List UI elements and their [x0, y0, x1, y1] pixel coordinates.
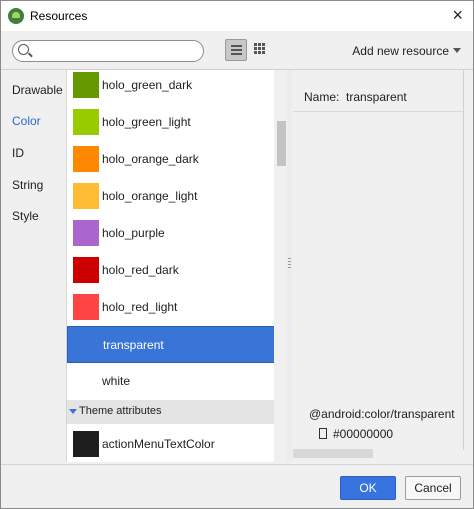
detail-panel — [293, 70, 473, 462]
resources-dialog: Resources × Add new resource Drawable Co… — [0, 0, 474, 509]
window-title: Resources — [30, 9, 88, 23]
theme-attributes-header[interactable]: Theme attributes — [67, 400, 275, 424]
list-view-button[interactable] — [225, 39, 247, 61]
color-swatch — [73, 146, 99, 172]
color-preview-icon — [319, 428, 327, 439]
close-icon[interactable]: × — [452, 5, 463, 25]
list-item[interactable]: white — [67, 363, 275, 400]
color-swatch — [73, 183, 99, 209]
list-item[interactable]: holo_green_light — [67, 104, 275, 141]
divider — [463, 70, 464, 450]
color-swatch — [73, 72, 99, 98]
list-item[interactable]: holo_green_dark — [67, 70, 275, 104]
list-item-label: white — [102, 374, 131, 388]
list-item[interactable]: holo_red_dark — [67, 252, 275, 289]
nav-item-string[interactable]: String — [12, 178, 43, 192]
list-item-selected[interactable]: transparent — [67, 326, 275, 363]
list-item-label: holo_red_dark — [102, 263, 179, 277]
list-item[interactable]: holo_red_light — [67, 289, 275, 326]
list-item-label: holo_green_light — [102, 115, 191, 129]
ok-button[interactable]: OK — [340, 476, 396, 500]
chevron-down-icon — [453, 48, 461, 53]
resource-reference: @android:color/transparent — [309, 407, 455, 421]
list-scrollbar-thumb[interactable] — [277, 121, 286, 166]
add-new-resource-dropdown[interactable]: Add new resource — [352, 44, 461, 58]
color-swatch — [73, 431, 99, 457]
resource-value: #00000000 — [319, 427, 393, 441]
name-label: Name: — [304, 90, 340, 104]
detail-horizontal-scrollbar[interactable] — [293, 449, 373, 458]
color-swatch — [73, 109, 99, 135]
divider — [1, 464, 473, 465]
list-item[interactable]: holo_orange_dark — [67, 141, 275, 178]
list-item[interactable]: holo_orange_light — [67, 178, 275, 215]
android-studio-icon — [8, 8, 24, 24]
add-new-resource-label: Add new resource — [352, 44, 449, 58]
list-item-label: holo_orange_dark — [102, 152, 199, 166]
title-bar: Resources × — [1, 1, 473, 31]
resource-type-nav: Drawable Color ID String Style — [1, 70, 65, 462]
search-input[interactable] — [35, 43, 199, 60]
grid-view-icon — [254, 43, 257, 46]
list-item-label: holo_red_light — [102, 300, 178, 314]
color-swatch — [73, 257, 99, 283]
list-view-icon — [231, 45, 242, 47]
grid-view-button[interactable] — [249, 39, 269, 59]
list-item-label: actionMenuTextColor — [102, 437, 215, 451]
list-item-label: holo_purple — [102, 226, 165, 240]
color-swatch — [73, 220, 99, 246]
nav-item-style[interactable]: Style — [12, 209, 39, 223]
chevron-down-icon — [69, 409, 77, 414]
color-swatch — [73, 294, 99, 320]
name-value: transparent — [346, 90, 407, 104]
list-item-label: holo_orange_light — [102, 189, 198, 203]
nav-item-drawable[interactable]: Drawable — [12, 83, 63, 97]
list-item-label: holo_green_dark — [102, 78, 193, 92]
divider — [293, 111, 463, 112]
resource-list: holo_green_dark holo_green_light holo_or… — [66, 70, 275, 462]
search-box[interactable] — [12, 40, 204, 62]
section-label: Theme attributes — [79, 405, 162, 417]
nav-item-id[interactable]: ID — [12, 146, 24, 160]
nav-item-color[interactable]: Color — [12, 114, 41, 128]
list-item[interactable]: holo_purple — [67, 215, 275, 252]
search-icon — [18, 44, 29, 55]
resource-value-text: #00000000 — [333, 427, 394, 441]
cancel-button[interactable]: Cancel — [405, 476, 461, 500]
splitter-grip-icon[interactable] — [288, 258, 291, 270]
list-item[interactable]: actionMenuTextColor — [67, 426, 275, 462]
list-item-label: transparent — [103, 338, 164, 352]
